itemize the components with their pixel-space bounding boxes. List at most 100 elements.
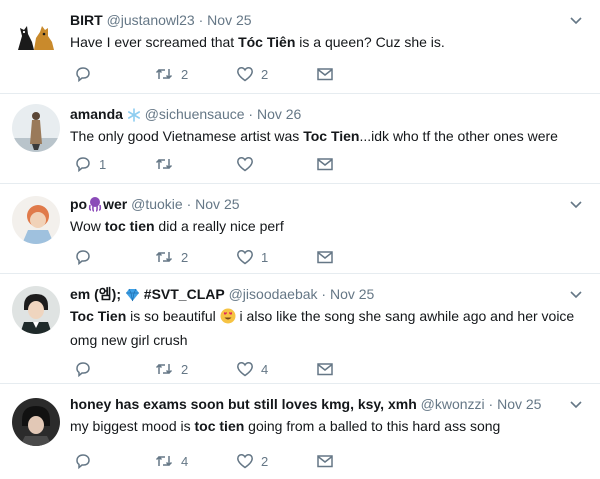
separator-dot: · [321,286,327,302]
user-handle[interactable]: @kwonzzi [421,396,485,412]
chevron-down-icon[interactable] [568,286,584,302]
snowflake-emoji-icon [127,107,141,127]
heart-icon [237,454,253,469]
display-name[interactable]: honey has exams soon but still loves kmg… [70,396,417,412]
reply-button[interactable] [74,247,99,267]
timestamp[interactable]: Nov 25 [195,196,239,212]
envelope-icon [317,251,333,264]
timestamp[interactable]: Nov 25 [497,396,541,412]
highlighted-text: toc tien [104,218,155,234]
reply-icon [76,250,90,266]
envelope-icon [317,68,333,81]
timestamp[interactable]: Nov 25 [330,286,374,302]
heart-eyes-emoji-icon [220,308,236,330]
retweet-count: 2 [181,249,189,265]
like-button[interactable] [236,154,261,174]
retweet-count: 2 [181,361,189,377]
text-segment: my biggest mood is [70,418,195,434]
like-button[interactable]: 1 [236,247,268,267]
tweet-header: honey has exams soon but still loves kmg… [70,394,560,414]
tweet-text: Toc Tien is so beautiful i also like the… [70,306,580,351]
highlighted-text: Toc Tien [303,128,360,144]
reply-icon [76,157,90,173]
envelope-icon [317,363,333,376]
chevron-down-icon[interactable] [568,396,584,412]
text-segment: The only good Vietnamese artist was [70,128,304,144]
retweet-icon [155,363,173,375]
display-name[interactable]: BIRT [70,12,103,28]
text-segment: is a queen? Cuz she is. [295,34,445,50]
retweet-icon [155,455,173,467]
tweet-3[interactable]: po wer @tuokie · Nov 25 Wow toc tien did … [0,184,600,274]
user-handle[interactable]: @justanowl23 [107,12,195,28]
retweet-button[interactable]: 4 [154,451,188,471]
direct-message-button[interactable] [316,154,334,174]
separator-dot: · [488,396,494,412]
retweet-button[interactable]: 2 [154,247,188,267]
retweet-button[interactable]: 2 [154,359,188,379]
reply-button[interactable]: 1 [74,154,106,174]
tweet-text: The only good Vietnamese artist was Toc … [70,126,580,147]
tweet-feed: BIRT @justanowl23 · Nov 25 Have I ever s… [0,0,600,479]
like-count: 1 [261,249,269,265]
avatar[interactable] [12,286,60,334]
avatar[interactable] [12,196,60,244]
text-segment: did a really nice perf [154,218,284,234]
text-segment: omg new girl crush [70,332,188,348]
direct-message-button[interactable] [316,451,334,471]
user-handle[interactable]: @sichuensauce [145,106,245,122]
text-segment: Have I ever screamed that [70,34,239,50]
direct-message-button[interactable] [316,64,334,84]
retweet-icon [155,68,173,80]
tweet-text: Have I ever screamed that Tóc Tiên is a … [70,32,580,53]
like-count: 4 [261,361,269,377]
like-button[interactable]: 4 [236,359,268,379]
text-segment: is so beautiful [126,308,220,324]
timestamp[interactable]: Nov 25 [207,12,251,28]
octopus-emoji-icon [87,196,103,217]
display-name[interactable]: po wer [70,196,127,212]
tweet-header: em (엠); #SVT_CLAP @jisoodaebak · Nov 25 [70,284,560,307]
display-name[interactable]: em (엠); #SVT_CLAP [70,286,225,302]
direct-message-button[interactable] [316,247,334,267]
chevron-down-icon[interactable] [568,12,584,28]
heart-icon [237,157,253,172]
text-segment: i also like the song she sang awhile ago… [235,308,575,324]
user-handle[interactable]: @jisoodaebak [229,286,318,302]
retweet-icon [155,251,173,263]
display-name-part: wer [103,196,128,212]
tweet-2[interactable]: amanda @sichuensauce · Nov 26 The only g… [0,94,600,184]
separator-dot: · [248,106,254,122]
text-segment: Wow [70,218,105,234]
text-segment: going from a balled to this hard ass son… [244,418,501,434]
like-count: 2 [261,66,269,82]
tweet-1[interactable]: BIRT @justanowl23 · Nov 25 Have I ever s… [0,0,600,94]
avatar[interactable] [12,104,60,152]
tweet-4[interactable]: em (엠); #SVT_CLAP @jisoodaebak · Nov 25 … [0,274,600,384]
highlighted-text: Toc Tien [70,308,127,324]
chevron-down-icon[interactable] [568,196,584,212]
display-name-part: em (엠); [70,286,121,302]
display-name-part: #SVT_CLAP [143,286,225,302]
reply-icon [76,454,90,470]
user-handle[interactable]: @tuokie [131,196,183,212]
text-segment: ...idk who tf the other ones were [359,128,558,144]
timestamp[interactable]: Nov 26 [257,106,301,122]
avatar[interactable] [12,12,60,60]
reply-button[interactable] [74,451,99,471]
reply-button[interactable] [74,64,99,84]
retweet-count: 4 [181,453,189,469]
retweet-button[interactable]: 2 [154,64,188,84]
like-button[interactable]: 2 [236,64,268,84]
heart-icon [237,250,253,265]
like-count: 2 [261,453,269,469]
avatar[interactable] [12,398,60,446]
reply-button[interactable] [74,359,99,379]
retweet-button[interactable] [154,154,181,174]
tweet-text: Wow toc tien did a really nice perf [70,216,580,237]
like-button[interactable]: 2 [236,451,268,471]
tweet-5[interactable]: honey has exams soon but still loves kmg… [0,384,600,479]
direct-message-button[interactable] [316,359,334,379]
separator-dot: · [186,196,192,212]
display-name[interactable]: amanda [70,106,123,122]
